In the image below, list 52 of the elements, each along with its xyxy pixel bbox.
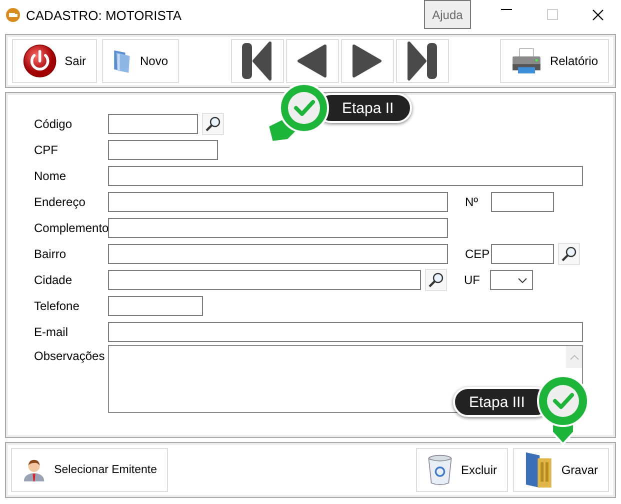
input-field[interactable] <box>108 140 218 160</box>
search-button[interactable] <box>425 269 447 291</box>
field-label: E-mail <box>34 325 70 339</box>
app-icon <box>6 8 20 22</box>
window-title: CADASTRO: MOTORISTA <box>26 8 183 22</box>
field-label: Endereço <box>34 195 86 209</box>
first-button[interactable] <box>230 39 284 83</box>
minimize-icon[interactable] <box>500 9 512 11</box>
next-button[interactable] <box>340 39 394 83</box>
toolbar-button[interactable]: Novo <box>102 39 179 83</box>
last-button[interactable] <box>396 39 448 83</box>
input-field[interactable] <box>108 114 198 134</box>
last-record-icon <box>405 41 439 81</box>
input-field[interactable] <box>108 218 448 238</box>
select-issuer-button[interactable]: Selecionar Emitente <box>11 448 168 492</box>
previous-button[interactable] <box>286 39 338 83</box>
input-field[interactable] <box>491 192 554 212</box>
trash-icon <box>427 452 453 488</box>
next-icon <box>351 44 383 78</box>
field-label: Código <box>34 117 74 131</box>
input-field[interactable] <box>491 244 554 264</box>
input-field[interactable] <box>108 192 448 212</box>
field-label: Nome <box>34 169 68 183</box>
field-label: Bairro <box>34 247 68 261</box>
search-icon <box>205 116 221 132</box>
toolbar-button[interactable]: Sair <box>12 39 97 83</box>
previous-icon <box>296 44 328 78</box>
input-field[interactable] <box>108 244 448 264</box>
close-icon[interactable] <box>592 9 604 21</box>
help-button[interactable]: Ajuda <box>424 0 471 29</box>
field-label: UF <box>464 273 481 287</box>
input-field[interactable] <box>108 296 203 316</box>
field-label: Nº <box>465 195 480 209</box>
field-label: Complemento <box>34 221 108 235</box>
field-label: CEP <box>465 247 491 261</box>
save-button[interactable]: Gravar <box>513 448 609 492</box>
report-button[interactable]: Relatório <box>500 39 609 83</box>
delete-button[interactable]: Excluir <box>416 448 508 492</box>
first-record-icon <box>240 41 274 81</box>
search-icon <box>428 272 444 288</box>
field-label: Telefone <box>34 299 80 313</box>
input-field[interactable] <box>108 166 583 186</box>
input-field[interactable] <box>108 270 421 290</box>
field-label: Observações <box>34 349 106 363</box>
folder-icon <box>524 450 554 490</box>
field-label: CPF <box>34 143 59 157</box>
search-button[interactable] <box>202 113 224 135</box>
dropdown[interactable] <box>490 270 533 290</box>
field-label: Cidade <box>34 273 74 287</box>
search-button[interactable] <box>558 243 580 265</box>
input-field[interactable] <box>108 322 583 342</box>
search-icon <box>561 246 577 262</box>
